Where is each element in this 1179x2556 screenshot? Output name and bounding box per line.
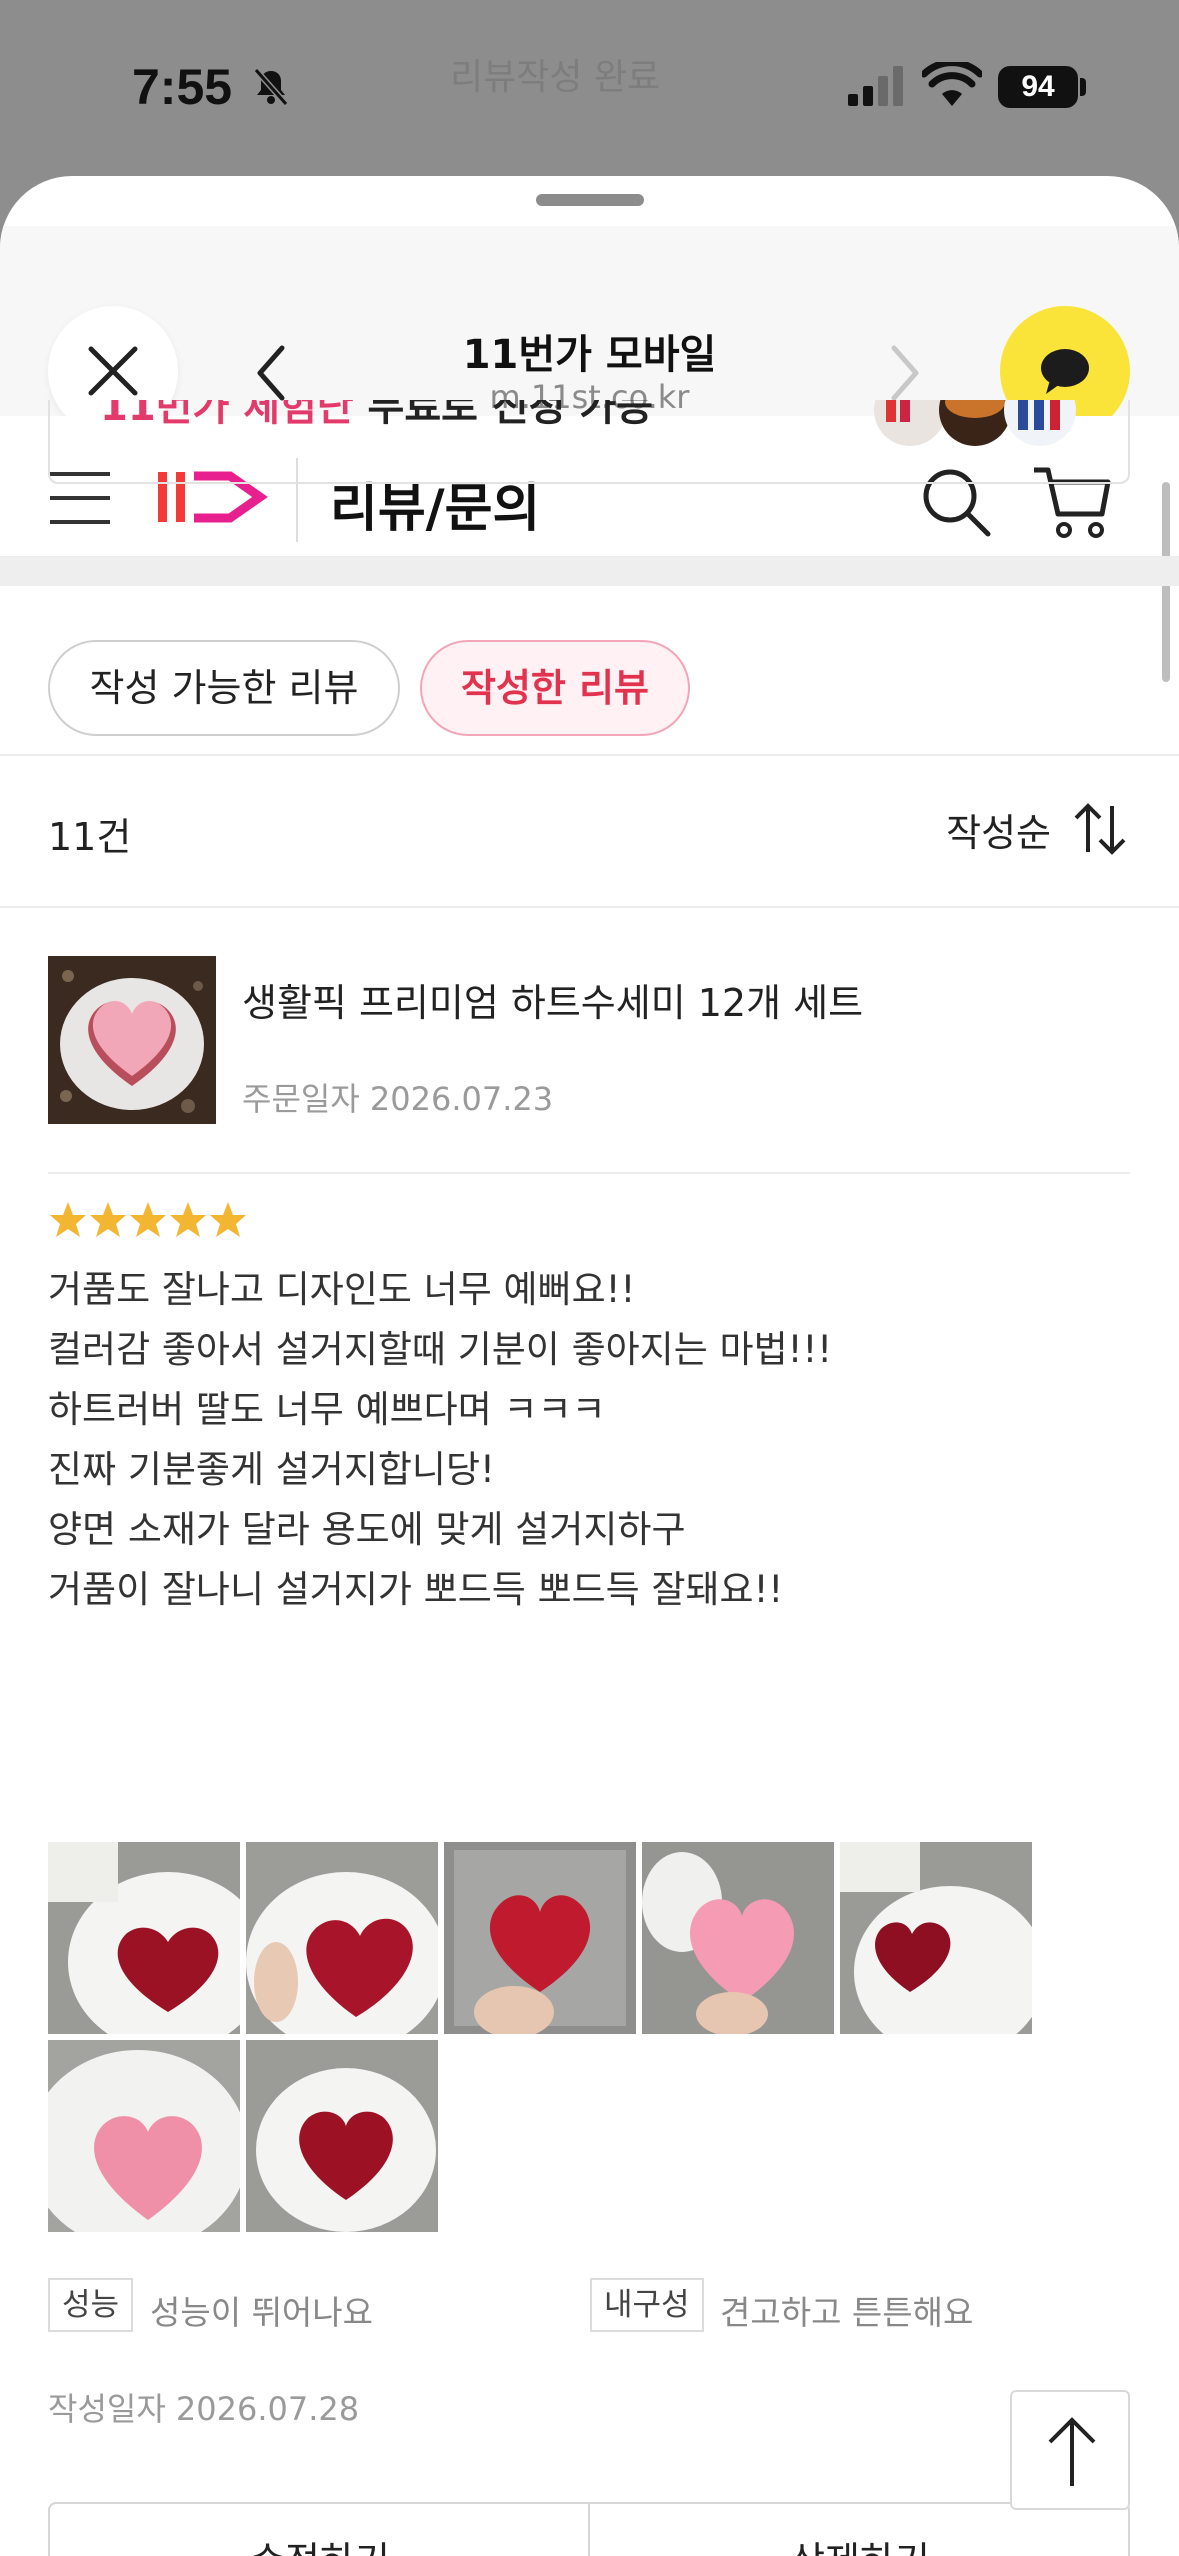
review-text: 거품도 잘나고 디자인도 너무 예뻐요!! 컬러감 좋아서 설거지할때 기분이 … bbox=[48, 1260, 1130, 1620]
banner-text: 11번가 체험단 무료로 신청 가능 bbox=[100, 400, 653, 430]
review-count: 11건 bbox=[48, 815, 132, 859]
background-page-title: 리뷰작성 완료 bbox=[450, 57, 661, 98]
review-photo[interactable] bbox=[246, 1842, 438, 2034]
review-photo[interactable] bbox=[642, 1842, 834, 2034]
review-line: 컬러감 좋아서 설거지할때 기분이 좋아지는 마법!!! bbox=[48, 1328, 833, 1371]
sort-arrows-icon[interactable] bbox=[1072, 802, 1128, 856]
written-date: 작성일자 2026.07.28 bbox=[48, 2390, 360, 2428]
cellular-signal-icon bbox=[848, 66, 903, 106]
product-image bbox=[48, 956, 216, 1124]
review-photo[interactable] bbox=[444, 1842, 636, 2034]
review-line: 거품이 잘나니 설거지가 뽀드득 뽀드득 잘돼요!! bbox=[48, 1568, 784, 1611]
forward-chevron-icon[interactable] bbox=[886, 338, 926, 408]
section-divider bbox=[0, 556, 1179, 586]
review-tabs: 작성 가능한 리뷰 작성한 리뷰 bbox=[0, 586, 1179, 756]
arrow-up-icon bbox=[1048, 2417, 1096, 2486]
in-app-browser-bar: 11번가 모바일 m.11st.co.kr bbox=[0, 226, 1179, 436]
star-icon bbox=[130, 1202, 166, 1237]
status-time: 7:55 bbox=[132, 59, 233, 115]
wifi-icon bbox=[922, 62, 982, 106]
tab-writable-reviews[interactable]: 작성 가능한 리뷰 bbox=[48, 640, 400, 736]
product-name[interactable]: 생활픽 프리미엄 하트수세미 12개 세트 bbox=[242, 972, 863, 1027]
star-icon bbox=[170, 1202, 206, 1237]
review-photos bbox=[48, 1842, 1048, 2238]
attribute-label: 성능 bbox=[48, 2278, 134, 2332]
chat-bubble-icon bbox=[1041, 349, 1089, 394]
review-line: 양면 소재가 달라 용도에 맞게 설거지하구 bbox=[48, 1508, 686, 1551]
star-icon bbox=[50, 1202, 86, 1237]
attribute-value: 성능이 뛰어나요 bbox=[150, 2293, 374, 2332]
review-photo[interactable] bbox=[840, 1842, 1032, 2034]
attribute-value: 견고하고 튼튼해요 bbox=[720, 2293, 974, 2332]
star-rating bbox=[50, 1202, 246, 1237]
review-photo[interactable] bbox=[48, 2040, 240, 2232]
experience-banner[interactable]: 11번가 체험단 무료로 신청 가능 bbox=[48, 400, 1130, 484]
banner-product-thumbnails bbox=[874, 400, 1076, 446]
attribute-label: 내구성 bbox=[590, 2278, 704, 2332]
tab-written-reviews[interactable]: 작성한 리뷰 bbox=[420, 640, 690, 736]
battery-tip bbox=[1080, 78, 1086, 96]
review-line: 진짜 기분좋게 설거지합니당! bbox=[48, 1448, 495, 1491]
delete-button[interactable]: 삭제하기 bbox=[590, 2530, 1130, 2556]
sort-button[interactable]: 작성순 bbox=[946, 802, 1051, 857]
review-line: 하트러버 딸도 너무 예쁘다며 ㅋㅋㅋ bbox=[48, 1388, 606, 1431]
scroll-to-top-button[interactable] bbox=[1010, 2390, 1130, 2510]
battery-indicator: 94 bbox=[998, 66, 1078, 108]
status-bar: 리뷰작성 완료 7:55 94 bbox=[0, 0, 1179, 180]
edit-button[interactable]: 수정하기 bbox=[50, 2530, 590, 2556]
review-photo[interactable] bbox=[246, 2040, 438, 2232]
review-line: 거품도 잘나고 디자인도 너무 예뻐요!! bbox=[48, 1268, 636, 1311]
review-actions: 수정하기 삭제하기 bbox=[48, 2502, 1130, 2556]
silent-bell-icon bbox=[253, 68, 289, 106]
order-date: 주문일자 2026.07.23 bbox=[242, 1080, 554, 1118]
review-attributes: 성능 성능이 뛰어나요 내구성 견고하고 튼튼해요 bbox=[48, 2278, 1130, 2334]
star-icon bbox=[210, 1202, 246, 1237]
review-photo[interactable] bbox=[48, 1842, 240, 2034]
list-toolbar: 11건 작성순 bbox=[0, 758, 1179, 908]
sheet-grabber[interactable] bbox=[536, 194, 644, 206]
product-summary[interactable]: 생활픽 프리미엄 하트수세미 12개 세트 주문일자 2026.07.23 bbox=[48, 956, 1130, 1174]
star-icon bbox=[90, 1202, 126, 1237]
